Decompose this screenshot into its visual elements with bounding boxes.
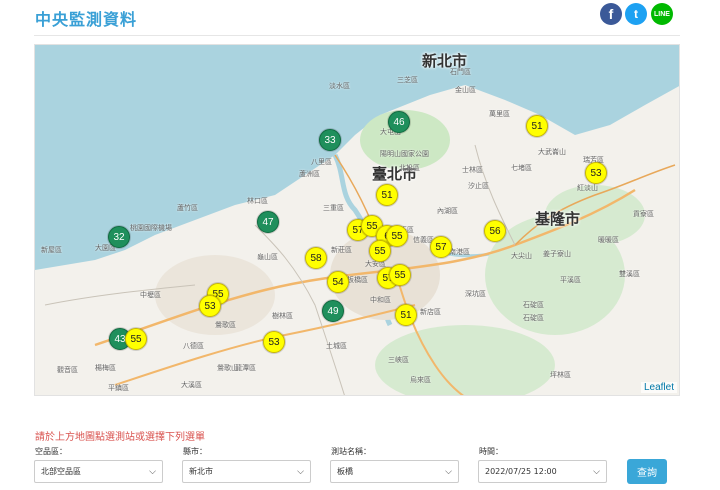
station-marker[interactable]: 58 (305, 247, 327, 269)
county-select[interactable]: 新北市 ⌵ (182, 460, 311, 483)
station-marker[interactable]: 53 (199, 295, 221, 317)
county-value: 新北市 (189, 467, 213, 476)
station-name-label: 測站名稱： (331, 447, 371, 456)
station-marker[interactable]: 32 (108, 226, 130, 248)
twitter-share-button[interactable]: t (625, 3, 647, 25)
line-icon: LINE (654, 10, 670, 18)
station-marker[interactable]: 51 (526, 115, 548, 137)
time-label: 時間： (479, 447, 503, 456)
station-marker[interactable]: 53 (585, 162, 607, 184)
chevron-down-icon: ⌵ (593, 466, 600, 477)
station-marker[interactable]: 33 (319, 129, 341, 151)
chevron-down-icon: ⌵ (445, 466, 452, 477)
chevron-down-icon: ⌵ (297, 466, 304, 477)
station-marker[interactable]: 53 (263, 331, 285, 353)
county-label: 縣市： (183, 447, 207, 456)
title-divider (34, 35, 680, 36)
station-value: 板橋 (337, 467, 353, 476)
time-value: 2022/07/25 12:00 (485, 467, 557, 476)
time-select[interactable]: 2022/07/25 12:00 ⌵ (478, 460, 607, 483)
map-attribution-link[interactable]: Leaflet (640, 382, 677, 393)
station-marker[interactable]: 46 (388, 111, 410, 133)
query-button[interactable]: 查詢 (627, 459, 667, 484)
station-marker[interactable]: 55 (369, 240, 391, 262)
station-marker[interactable]: 55 (125, 328, 147, 350)
station-marker[interactable]: 54 (327, 271, 349, 293)
air-zone-select[interactable]: 北部空品區 ⌵ (34, 460, 163, 483)
station-select[interactable]: 板橋 ⌵ (330, 460, 459, 483)
station-marker[interactable]: 49 (322, 300, 344, 322)
facebook-icon: f (608, 6, 614, 22)
line-share-button[interactable]: LINE (651, 3, 673, 25)
station-marker[interactable]: 56 (484, 220, 506, 242)
twitter-icon: t (634, 7, 638, 21)
air-zone-label: 空品區： (35, 447, 67, 456)
monitoring-map[interactable]: 新北市 臺北市 基隆市 淡水區 三芝區 石門區 金山區 萬里區 大屯山 陽明山國… (34, 44, 680, 396)
station-marker[interactable]: 47 (257, 211, 279, 233)
station-marker[interactable]: 51 (395, 304, 417, 326)
map-instruction: 請於上方地圖點選測站或選擇下列選單 (35, 432, 205, 443)
station-marker[interactable]: 57 (430, 236, 452, 258)
air-zone-value: 北部空品區 (41, 467, 81, 476)
page-title: 中央監測資料 (35, 10, 138, 29)
station-marker[interactable]: 51 (376, 184, 398, 206)
station-marker[interactable]: 55 (389, 264, 411, 286)
hill-area (375, 325, 555, 395)
station-marker[interactable]: 55 (386, 225, 408, 247)
chevron-down-icon: ⌵ (149, 466, 156, 477)
facebook-share-button[interactable]: f (600, 3, 622, 25)
